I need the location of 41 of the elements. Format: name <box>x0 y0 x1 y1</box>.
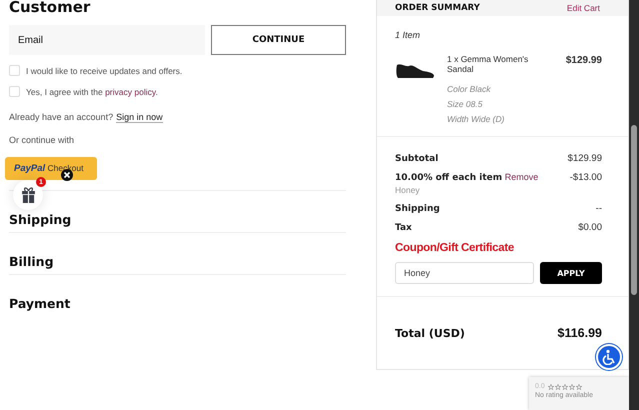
gift-icon <box>20 187 36 203</box>
apply-button[interactable]: APPLY <box>540 262 602 284</box>
scrollbar[interactable] <box>629 0 639 410</box>
continue-with-text: Or continue with <box>9 135 76 145</box>
coupon-code: Honey <box>395 185 421 195</box>
summary-value: $129.99 <box>568 153 602 164</box>
checkbox-label: Yes, I agree with the privacy policy. <box>26 86 158 96</box>
checkbox[interactable] <box>9 65 20 76</box>
item-detail: Color Black <box>447 84 492 94</box>
order-summary-heading: ORDER SUMMARY <box>395 3 480 13</box>
item-detail: Size 08.5 <box>447 99 484 109</box>
section-heading[interactable]: Billing <box>9 254 54 269</box>
summary-value: -$13.00 <box>570 172 602 185</box>
total-label: Total (USD) <box>395 326 465 340</box>
summary-value: $0.00 <box>578 222 602 233</box>
customer-heading: Customer <box>9 0 92 18</box>
accessibility-button[interactable] <box>596 344 622 370</box>
coupon-field[interactable]: Honey <box>395 262 534 284</box>
summary-label: Subtotal <box>395 154 438 164</box>
accessibility-icon <box>601 349 617 365</box>
summary-label: Tax <box>395 223 412 233</box>
edit-cart-link[interactable]: Edit Cart <box>566 3 600 13</box>
item-price: $129.99 <box>566 55 602 68</box>
remove-link[interactable]: Remove <box>504 172 538 182</box>
item-count: 1 Item <box>395 30 422 40</box>
section-heading[interactable]: Payment <box>9 296 70 311</box>
privacy-policy-link[interactable]: privacy policy <box>105 86 156 96</box>
item-detail: Width Wide (D) <box>447 114 506 124</box>
summary-value: -- <box>596 203 602 214</box>
continue-button[interactable]: CONTINUE <box>211 25 346 55</box>
item-name: 1 x Gemma Women's Sandal <box>447 54 530 74</box>
checkbox-label: I would like to receive updates and offers. <box>26 66 182 76</box>
section-heading[interactable]: Shipping <box>9 212 72 227</box>
coupon-heading: Coupon/Gift Certificate <box>395 242 515 254</box>
email-field[interactable]: Email <box>9 25 205 55</box>
sign-in-link[interactable]: Sign in now <box>116 112 163 123</box>
summary-label: Shipping <box>395 204 440 214</box>
total-value: $116.99 <box>558 326 602 340</box>
summary-label: 10.00% off each item <box>395 173 502 183</box>
account-prompt: Already have an account? <box>9 112 114 123</box>
checkbox[interactable] <box>9 86 20 97</box>
